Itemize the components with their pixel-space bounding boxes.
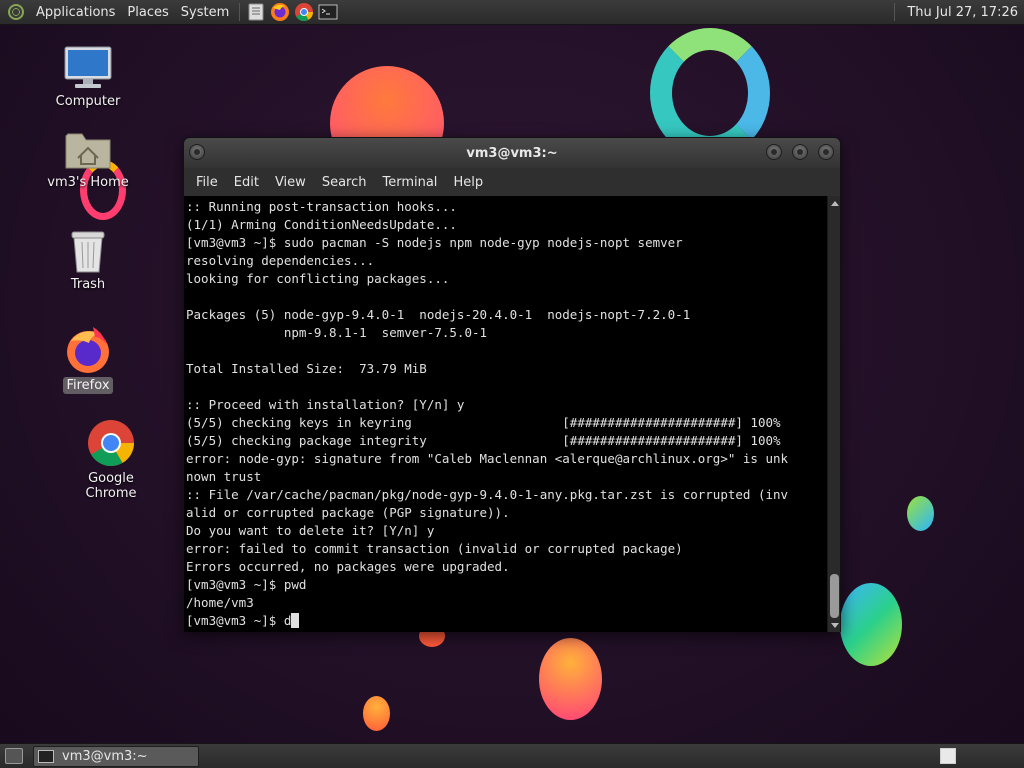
- desktop-icon-label: Trash: [70, 277, 106, 292]
- terminal-window[interactable]: vm3@vm3:~ File Edit View Search Terminal…: [183, 137, 841, 632]
- text-editor-icon[interactable]: [245, 1, 267, 23]
- terminal-line: (1/1) Arming ConditionNeedsUpdate...: [186, 217, 457, 232]
- desktop-icon-computer[interactable]: Computer: [38, 45, 138, 110]
- scroll-down-arrow[interactable]: [831, 623, 839, 628]
- wallpaper-blob-small-right: [907, 496, 934, 531]
- taskbar-item-label: vm3@vm3:~: [62, 748, 148, 764]
- terminal-line: [vm3@vm3 ~]$ pwd: [186, 577, 307, 592]
- window-titlebar[interactable]: vm3@vm3:~: [184, 138, 840, 168]
- minimize-button[interactable]: [766, 144, 782, 160]
- menu-terminal[interactable]: Terminal: [374, 175, 445, 190]
- terminal-line: [vm3@vm3 ~]$ sudo pacman -S nodejs npm n…: [186, 235, 683, 250]
- wallpaper-blob-small-bottom: [363, 696, 390, 731]
- wallpaper-blob-right: [840, 583, 902, 666]
- bottom-panel: vm3@vm3:~: [0, 743, 1024, 768]
- desktop-icon-home[interactable]: vm3's Home: [38, 128, 138, 191]
- chrome-icon[interactable]: [293, 1, 315, 23]
- window-title: vm3@vm3:~: [466, 145, 558, 161]
- terminal-line: (5/5) checking package integrity [######…: [186, 433, 781, 448]
- terminal-menubar: File Edit View Search Terminal Help: [184, 168, 840, 196]
- close-button[interactable]: [818, 144, 834, 160]
- desktop-icon-chrome[interactable]: Google Chrome: [60, 418, 162, 502]
- terminal-line: :: Running post-transaction hooks...: [186, 199, 457, 214]
- terminal-cursor: [291, 613, 300, 628]
- terminal-output[interactable]: :: Running post-transaction hooks... (1/…: [184, 196, 827, 632]
- terminal-icon[interactable]: [317, 1, 339, 23]
- menu-view[interactable]: View: [267, 175, 314, 190]
- desktop-icon-label: Google Chrome: [85, 471, 137, 501]
- mate-logo-icon[interactable]: [8, 4, 24, 20]
- terminal-line: npm-9.8.1-1 semver-7.5.0-1: [186, 325, 488, 340]
- taskbar-item-terminal[interactable]: vm3@vm3:~: [33, 745, 199, 767]
- desktop-icon-label: vm3's Home: [47, 175, 129, 190]
- terminal-line: Packages (5) node-gyp-9.4.0-1 nodejs-20.…: [186, 307, 691, 322]
- desktop-icon-trash[interactable]: Trash: [38, 228, 138, 293]
- menu-edit[interactable]: Edit: [226, 175, 267, 190]
- menu-search[interactable]: Search: [314, 175, 375, 190]
- maximize-button[interactable]: [792, 144, 808, 160]
- clock[interactable]: Thu Jul 27, 17:26: [899, 5, 1024, 20]
- workspace-switcher[interactable]: [940, 748, 956, 764]
- wallpaper-blob-bottom: [539, 638, 602, 720]
- window-menu-button[interactable]: [189, 144, 205, 160]
- terminal-input[interactable]: d: [284, 613, 292, 628]
- terminal-line: Errors occurred, no packages were upgrad…: [186, 559, 510, 574]
- menu-help[interactable]: Help: [445, 175, 491, 190]
- terminal-prompt-line[interactable]: [vm3@vm3 ~]$ d: [186, 612, 827, 630]
- menu-file[interactable]: File: [188, 175, 226, 190]
- menu-applications[interactable]: Applications: [30, 5, 121, 20]
- terminal-line: resolving dependencies...: [186, 253, 375, 268]
- terminal-icon: [38, 749, 54, 763]
- panel-separator: [239, 3, 241, 21]
- terminal-line: error: failed to commit transaction (inv…: [186, 541, 683, 556]
- terminal-line: :: File /var/cache/pacman/pkg/node-gyp-9…: [186, 487, 789, 502]
- terminal-prompt: [vm3@vm3 ~]$: [186, 613, 284, 628]
- terminal-line: (5/5) checking keys in keyring [########…: [186, 415, 781, 430]
- terminal-scrollbar[interactable]: [827, 196, 840, 632]
- terminal-line: Total Installed Size: 73.79 MiB: [186, 361, 427, 376]
- terminal-line: nown trust: [186, 469, 262, 484]
- terminal-line: /home/vm3: [186, 595, 254, 610]
- terminal-line: error: node-gyp: signature from "Caleb M…: [186, 451, 789, 466]
- terminal-line: alid or corrupted package (PGP signature…: [186, 505, 510, 520]
- menu-places[interactable]: Places: [121, 5, 174, 20]
- trash-icon: [71, 231, 105, 273]
- desktop-icon-label: Computer: [55, 94, 121, 109]
- computer-icon: [64, 46, 112, 88]
- desktop-icon-label: Firefox: [63, 377, 113, 394]
- desktop-icon-firefox[interactable]: Firefox: [38, 325, 138, 394]
- scroll-up-arrow[interactable]: [831, 201, 839, 206]
- scrollbar-thumb[interactable]: [830, 574, 839, 618]
- chrome-icon: [88, 420, 134, 466]
- show-desktop-button[interactable]: [5, 748, 23, 764]
- panel-separator: [894, 3, 896, 21]
- terminal-line: Do you want to delete it? [Y/n] y: [186, 523, 435, 538]
- firefox-icon[interactable]: [269, 1, 291, 23]
- home-folder-icon: [65, 133, 111, 169]
- firefox-icon: [67, 327, 109, 373]
- menu-system[interactable]: System: [175, 5, 235, 20]
- top-panel: Applications Places System Thu Jul 27, 1…: [0, 0, 1024, 25]
- terminal-line: :: Proceed with installation? [Y/n] y: [186, 397, 465, 412]
- terminal-line: looking for conflicting packages...: [186, 271, 450, 286]
